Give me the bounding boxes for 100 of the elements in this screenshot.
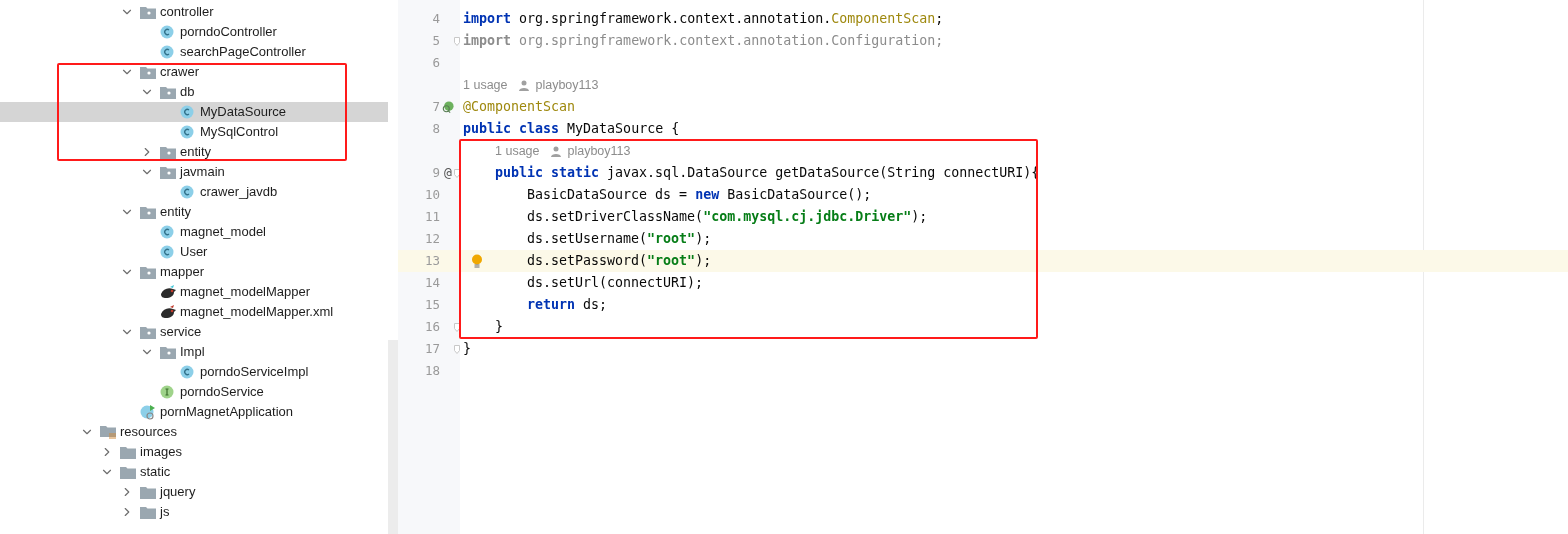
tree-row[interactable]: searchPageController — [0, 42, 388, 62]
tree-item-label: User — [180, 243, 208, 262]
code-token: BasicDataSource(); — [726, 186, 872, 205]
tree-row[interactable]: js — [0, 502, 388, 522]
code-token: @ComponentScan — [463, 98, 576, 117]
folder-icon — [120, 445, 136, 459]
tree-row[interactable]: magnet_modelMapper.xml — [0, 302, 388, 322]
tree-row[interactable]: static — [0, 462, 388, 482]
class-icon — [180, 365, 194, 379]
tree-item-label: db — [180, 83, 195, 102]
tree-row[interactable]: service — [0, 322, 388, 342]
tree-row[interactable]: User — [0, 242, 388, 262]
tree-row[interactable]: magnet_model — [0, 222, 388, 242]
usage-hint[interactable]: 1 usage — [463, 75, 508, 95]
person-icon — [519, 79, 530, 91]
code-token: BasicDataSource ds = — [527, 186, 689, 205]
code-token: MyDataSource { — [566, 120, 680, 139]
code-token: return — [527, 296, 576, 315]
tree-item-label: porndoController — [180, 23, 277, 42]
tree-row[interactable]: mapper — [0, 262, 388, 282]
code-token: org.springframework.context.annotation.Configuration; — [518, 32, 944, 51]
tree-row[interactable]: magnet_modelMapper — [0, 282, 388, 302]
tree-row[interactable]: MySqlControl — [0, 122, 388, 142]
code-token: public class — [463, 120, 560, 139]
package-folder-icon — [140, 5, 156, 19]
package-folder-icon — [140, 205, 156, 219]
tree-row[interactable]: porndoServiceImpl — [0, 362, 388, 382]
code-token: "root" — [647, 252, 696, 271]
package-folder-icon — [140, 65, 156, 79]
tree-row[interactable]: images — [0, 442, 388, 462]
tree-item-label: MySqlControl — [200, 123, 279, 142]
class-icon — [160, 225, 174, 239]
code-token: } — [463, 340, 471, 359]
tree-item-label: magnet_modelMapper.xml — [180, 303, 334, 322]
tree-row[interactable]: pornMagnetApplication — [0, 402, 388, 422]
line-number: 10 — [423, 185, 441, 204]
tree-row[interactable]: crawer — [0, 62, 388, 82]
fold-marker-icon[interactable] — [454, 36, 460, 46]
usage-hint[interactable]: 1 usage — [495, 141, 540, 161]
code-token: import — [463, 32, 512, 51]
tree-item-label: crawer_javdb — [200, 183, 278, 202]
package-folder-icon — [160, 165, 176, 179]
line-number: 15 — [423, 295, 441, 314]
tree-row[interactable]: db — [0, 82, 388, 102]
line-number: 12 — [423, 229, 441, 248]
tree-row[interactable]: crawer_javdb — [0, 182, 388, 202]
tree-row[interactable]: javmain — [0, 162, 388, 182]
line-number: 14 — [423, 273, 441, 292]
line-number: 9 — [431, 163, 441, 182]
fold-marker-icon[interactable] — [454, 344, 460, 354]
tree-row[interactable]: controller — [0, 2, 388, 22]
code-token: ComponentScan — [831, 10, 936, 29]
class-icon — [160, 245, 174, 259]
author-hint[interactable]: playboy113 — [535, 75, 599, 95]
folder-icon — [120, 465, 136, 479]
tree-row[interactable]: resources — [0, 422, 388, 442]
code-token: } — [495, 318, 503, 337]
code-token: ds.setDriverClassName( — [527, 208, 704, 227]
class-icon — [180, 105, 194, 119]
tree-row[interactable]: MyDataSource — [0, 102, 388, 122]
tree-item-label: entity — [180, 143, 212, 162]
tree-item-label: magnet_model — [180, 223, 266, 242]
tree-item-label: js — [160, 503, 170, 522]
tree-item-label: magnet_modelMapper — [180, 283, 311, 302]
code-token: ds.setUsername( — [527, 230, 648, 249]
code-token: ); — [911, 208, 928, 227]
fold-marker-icon[interactable] — [454, 168, 460, 178]
code-token: javax.sql.DataSource getDataSource(String connectURI){ — [606, 164, 1040, 183]
package-folder-icon — [140, 325, 156, 339]
class-icon — [160, 25, 174, 39]
tree-row[interactable]: entity — [0, 142, 388, 162]
code-token: ds.setUrl(connectURI); — [527, 274, 704, 293]
code-token: ds.setPassword( — [527, 252, 648, 271]
override-marker[interactable]: @ — [444, 163, 452, 183]
code-token: public static — [495, 164, 600, 183]
tree-row[interactable]: jquery — [0, 482, 388, 502]
tree-item-label: static — [140, 463, 171, 482]
tree-item-label: mapper — [160, 263, 205, 282]
fold-marker-icon[interactable] — [454, 322, 460, 332]
tree-row[interactable]: porndoController — [0, 22, 388, 42]
code-token: import — [463, 10, 512, 29]
line-number: 13 — [423, 251, 441, 270]
tree-item-label: Impl — [180, 343, 205, 362]
tree-row[interactable]: porndoService — [0, 382, 388, 402]
code-token: ds; — [582, 296, 608, 315]
tree-item-label: MyDataSource — [200, 103, 286, 122]
person-icon — [551, 145, 562, 157]
tree-item-label: images — [140, 443, 182, 462]
line-number: 8 — [431, 119, 441, 138]
tree-row[interactable]: Impl — [0, 342, 388, 362]
package-folder-icon — [160, 345, 176, 359]
bean-icon[interactable] — [442, 100, 454, 114]
line-number: 4 — [431, 9, 441, 28]
interface-icon — [160, 385, 174, 399]
tree-item-label: service — [160, 323, 202, 342]
author-hint[interactable]: playboy113 — [567, 141, 631, 161]
tree-item-label: resources — [120, 423, 178, 442]
line-number: 16 — [423, 317, 441, 336]
tree-item-label: javmain — [180, 163, 225, 182]
tree-row[interactable]: entity — [0, 202, 388, 222]
